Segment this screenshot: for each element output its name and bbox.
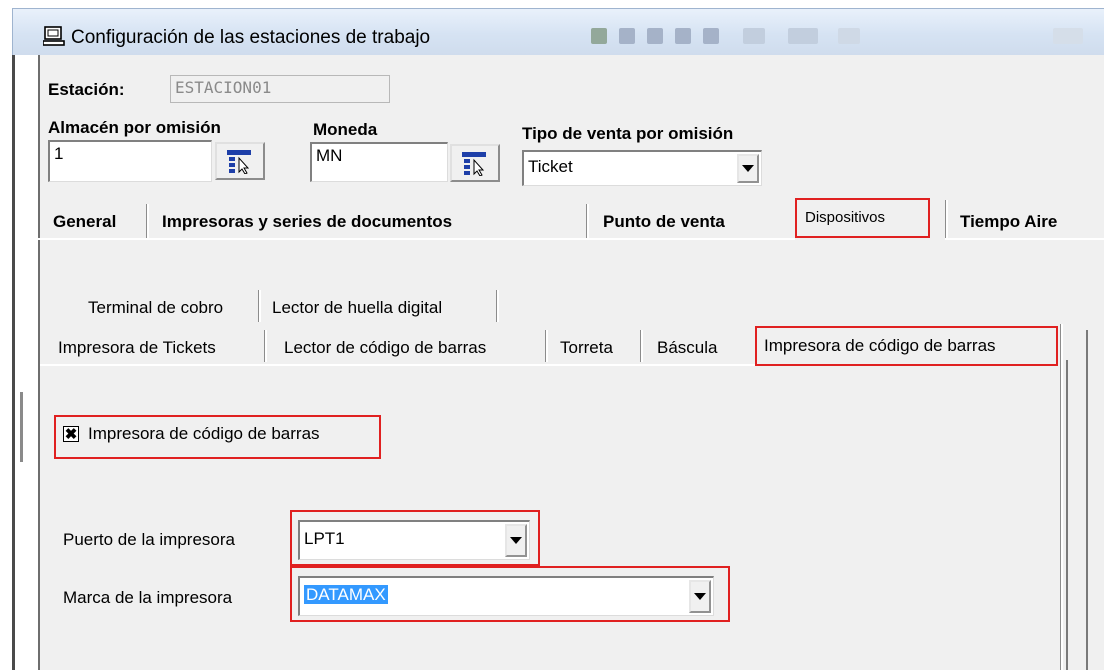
tab-bascula[interactable]: Báscula [657, 338, 717, 358]
tab-separator [545, 330, 548, 362]
highlight-checkbox [54, 415, 381, 459]
tab-strip-line [40, 364, 755, 366]
tab-impresora-tickets[interactable]: Impresora de Tickets [58, 338, 216, 358]
tab-lector-huella[interactable]: Lector de huella digital [272, 298, 442, 318]
warehouse-field[interactable]: 1 [48, 140, 212, 182]
tab-separator [146, 204, 149, 240]
sale-type-label: Tipo de venta por omisión [522, 124, 734, 143]
toolbar-button[interactable] [838, 28, 860, 44]
tab-separator [264, 330, 267, 362]
port-label: Puerto de la impresora [63, 530, 235, 549]
tab-separator [586, 204, 589, 240]
tab-terminal-de-cobro[interactable]: Terminal de cobro [88, 298, 223, 318]
toolbar-button[interactable] [591, 28, 607, 44]
tab-tiempo-aire[interactable]: Tiempo Aire [960, 212, 1057, 232]
computer-icon [43, 26, 65, 46]
window-left-edge [12, 8, 15, 670]
tab-strip-line [38, 238, 795, 240]
tab-separator [258, 290, 261, 322]
currency-lookup-button[interactable] [450, 144, 500, 182]
tab-separator [496, 290, 499, 322]
highlight-impresora-codigo-barras [755, 326, 1058, 366]
tab-impresoras[interactable]: Impresoras y series de documentos [162, 212, 452, 232]
tab-general[interactable]: General [53, 212, 116, 232]
tab-strip-line [945, 238, 1104, 240]
warehouse-label: Almacén por omisión [48, 118, 221, 137]
currency-field[interactable]: MN [310, 142, 448, 182]
panel-right-shadow [1066, 360, 1068, 670]
window-title: Configuración de las estaciones de traba… [71, 27, 431, 48]
lookup-icon [227, 150, 251, 174]
brand-label: Marca de la impresora [63, 588, 233, 607]
toolbar-button[interactable] [1053, 28, 1083, 44]
toolbar-button[interactable] [788, 28, 818, 44]
station-label: Estación: [48, 80, 125, 99]
sale-type-value: Ticket [528, 157, 573, 176]
tab-separator [640, 330, 643, 362]
highlight-brand [290, 566, 730, 622]
tab-punto-de-venta[interactable]: Punto de venta [603, 212, 725, 232]
window-left-edge-accent [20, 392, 23, 462]
currency-label: Moneda [313, 120, 378, 139]
highlight-dispositivos [795, 198, 930, 238]
warehouse-lookup-button[interactable] [215, 142, 265, 180]
lookup-icon [462, 152, 486, 176]
toolbar-button[interactable] [619, 28, 635, 44]
outer-panel-right-shadow [1086, 330, 1088, 670]
tab-torreta[interactable]: Torreta [560, 338, 613, 358]
toolbar-button[interactable] [647, 28, 663, 44]
tab-separator [945, 200, 948, 240]
toolbar-button[interactable] [743, 28, 765, 44]
title-bar[interactable]: Configuración de las estaciones de traba… [12, 8, 1104, 55]
dropdown-arrow-icon[interactable] [737, 154, 759, 183]
station-field[interactable]: ESTACION01 [170, 75, 390, 103]
tab-lector-codigo-barras[interactable]: Lector de código de barras [284, 338, 486, 358]
panel-right-border [1060, 324, 1063, 670]
toolbar-button[interactable] [703, 28, 719, 44]
toolbar-button[interactable] [675, 28, 691, 44]
highlight-port [290, 510, 540, 566]
sale-type-select[interactable]: Ticket [522, 150, 762, 186]
